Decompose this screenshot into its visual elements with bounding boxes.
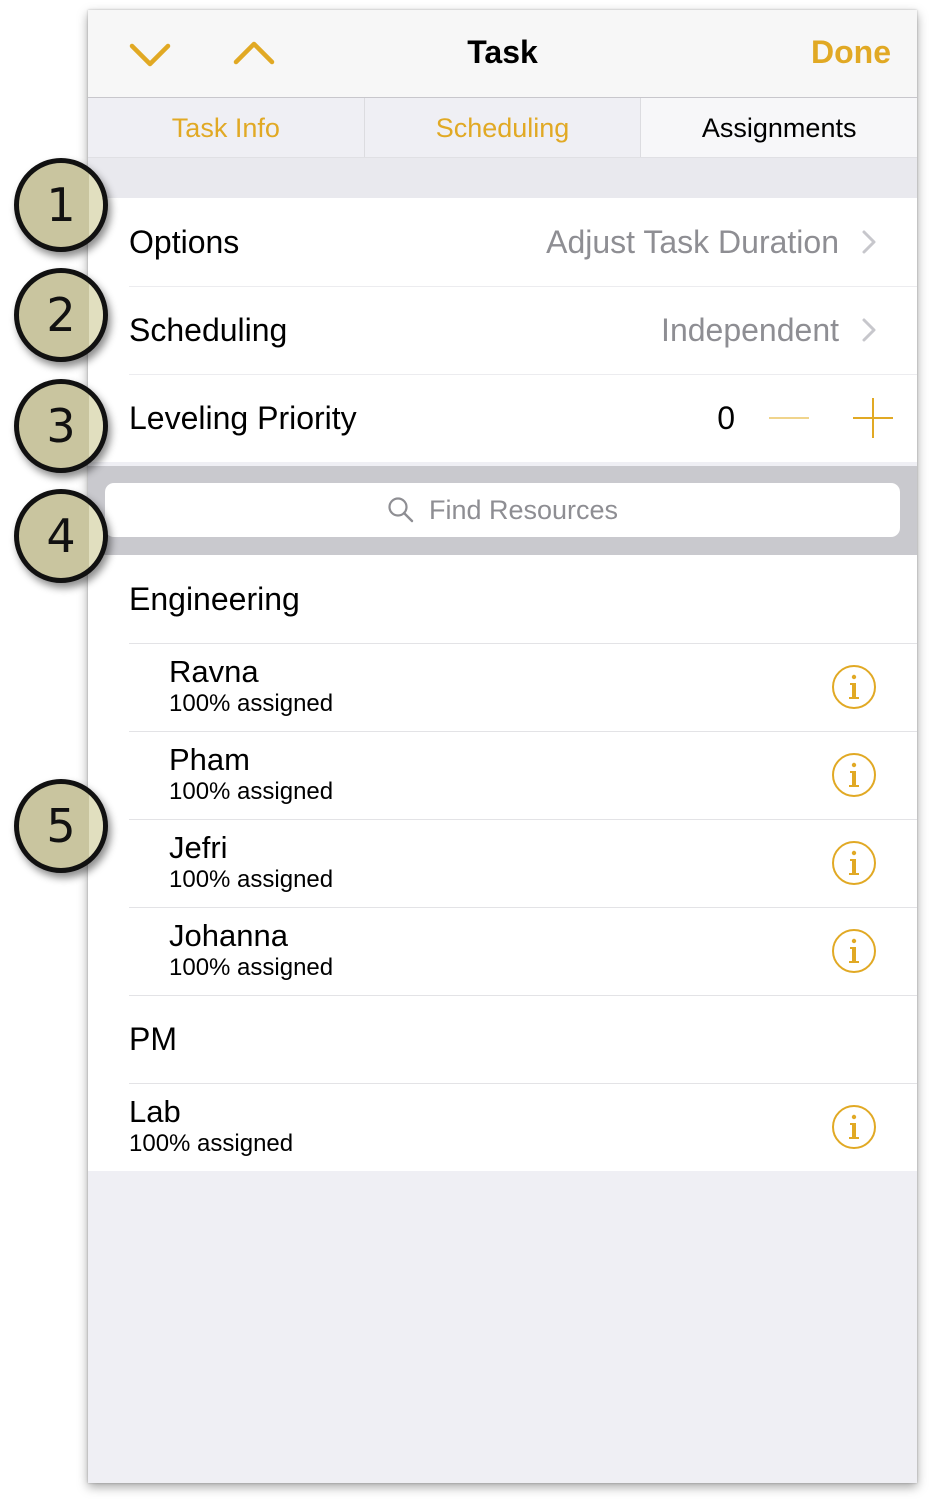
group-name: PM (129, 1020, 177, 1057)
options-label: Options (129, 223, 240, 260)
divider (129, 643, 917, 644)
page-title: Task (467, 34, 538, 70)
resource-status: 100% assigned (169, 866, 334, 893)
resource-status: 100% assigned (169, 778, 334, 805)
info-icon[interactable] (831, 664, 877, 710)
tab-task-info[interactable]: Task Info (88, 98, 365, 157)
resource-row[interactable]: Ravna 100% assigned (88, 643, 917, 731)
options-value: Adjust Task Duration (546, 223, 839, 260)
decrement-button[interactable] (767, 396, 811, 440)
resource-row[interactable]: Pham 100% assigned (88, 731, 917, 819)
callout-number: 4 (46, 509, 76, 563)
group-header-engineering[interactable]: Engineering (88, 555, 917, 643)
callout-badge: 3 (14, 379, 108, 473)
search-icon (388, 497, 414, 523)
resource-name: Ravna (169, 654, 259, 689)
resource-row[interactable]: Johanna 100% assigned (88, 907, 917, 995)
resource-row[interactable]: Jefri 100% assigned (88, 819, 917, 907)
resource-name: Johanna (169, 918, 288, 953)
segmented-tabs: Task Info Scheduling Assignments (88, 98, 917, 158)
chevron-right-icon (862, 318, 876, 342)
callout-number: 5 (46, 799, 76, 853)
divider (129, 995, 917, 996)
callout-badge: 1 (14, 158, 108, 252)
minus-icon (769, 417, 809, 419)
info-icon[interactable] (831, 1104, 877, 1150)
callout-number: 3 (46, 399, 76, 453)
scheduling-row[interactable]: Scheduling Independent (88, 286, 917, 374)
section-spacer (88, 158, 917, 198)
callout-badge: 4 (14, 489, 108, 583)
resource-name: Pham (169, 742, 250, 777)
divider (129, 731, 917, 732)
options-row[interactable]: Options Adjust Task Duration (88, 198, 917, 286)
callout-badge: 2 (14, 268, 108, 362)
leveling-priority-label: Leveling Priority (129, 399, 357, 436)
divider (129, 907, 917, 908)
increment-button[interactable] (851, 396, 895, 440)
resource-status: 100% assigned (169, 954, 334, 981)
tab-scheduling[interactable]: Scheduling (365, 98, 642, 157)
search-placeholder: Find Resources (428, 494, 619, 525)
resource-status: 100% assigned (169, 690, 334, 717)
tab-assignments[interactable]: Assignments (641, 98, 917, 157)
find-resources-input[interactable]: Find Resources (105, 483, 900, 537)
leveling-priority-value: 0 (717, 399, 735, 436)
chevron-right-icon (862, 230, 876, 254)
scheduling-label: Scheduling (129, 311, 288, 348)
group-header-pm[interactable]: PM (88, 995, 917, 1083)
info-icon[interactable] (831, 928, 877, 974)
plus-icon (853, 398, 893, 438)
info-icon[interactable] (831, 752, 877, 798)
done-button[interactable]: Done (811, 34, 891, 71)
divider (129, 1083, 917, 1084)
navigation-bar: Task Done (88, 10, 917, 98)
task-inspector-panel: Task Done Task Info Scheduling Assignmen… (88, 10, 917, 1483)
leveling-priority-row: Leveling Priority 0 (88, 374, 917, 462)
callout-badge: 5 (14, 779, 108, 873)
assignment-settings: Options Adjust Task Duration Scheduling … (88, 198, 917, 462)
resource-name: Jefri (169, 830, 228, 865)
divider (129, 819, 917, 820)
resource-list: Engineering Ravna 100% assigned Pham 100… (88, 555, 917, 1171)
callout-number: 1 (46, 178, 76, 232)
group-name: Engineering (129, 580, 300, 617)
scheduling-value: Independent (661, 311, 839, 348)
search-bar: Find Resources (88, 466, 917, 555)
resource-row[interactable]: Lab 100% assigned (88, 1083, 917, 1171)
resource-status: 100% assigned (129, 1130, 294, 1157)
callout-number: 2 (46, 288, 76, 342)
info-icon[interactable] (831, 840, 877, 886)
resource-name: Lab (129, 1094, 181, 1129)
